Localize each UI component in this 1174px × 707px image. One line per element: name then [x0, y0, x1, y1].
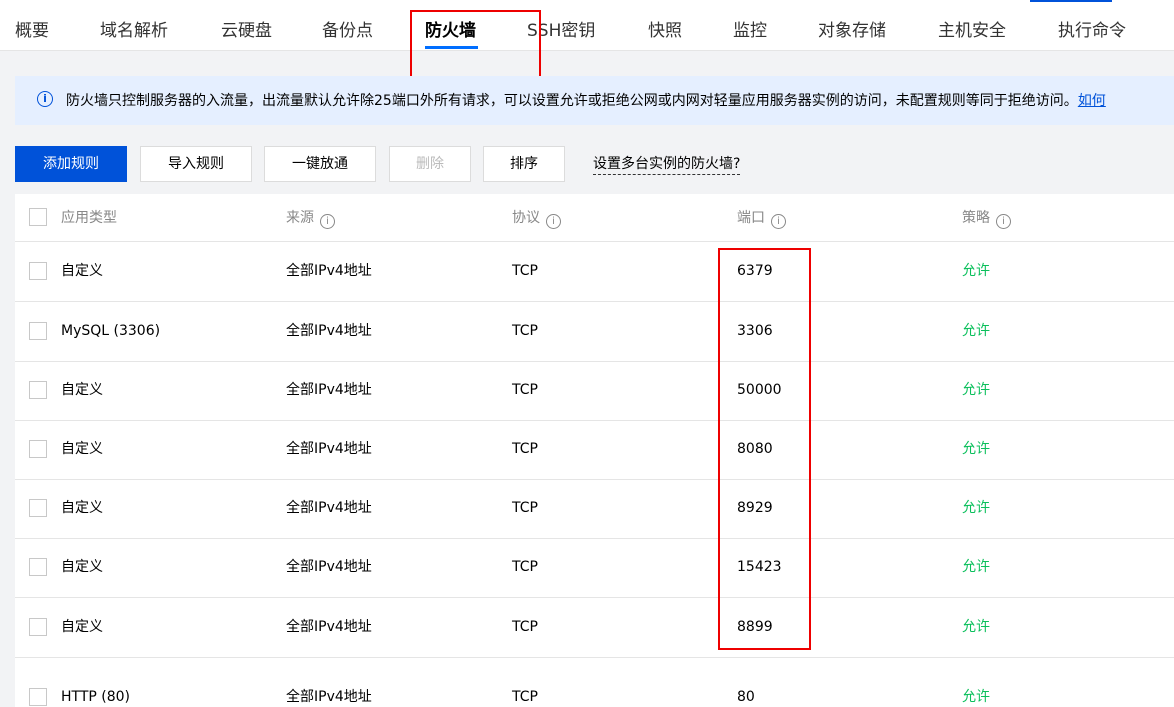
info-icon[interactable]: i	[996, 214, 1011, 229]
table-header: 应用类型 来源 i 协议 i 端口 i 策略 i	[15, 194, 1174, 242]
select-all-checkbox[interactable]	[29, 208, 47, 226]
cell-policy: 允许	[962, 559, 990, 575]
cell-source: 全部IPv4地址	[286, 500, 372, 516]
info-icon: i	[37, 91, 53, 107]
row-checkbox[interactable]	[29, 440, 47, 458]
header-policy-label: 策略	[962, 210, 990, 226]
tab-host-security[interactable]: 主机安全	[938, 19, 1006, 43]
cell-protocol: TCP	[512, 441, 538, 457]
cell-protocol: TCP	[512, 619, 538, 635]
delete-button[interactable]: 删除	[389, 146, 471, 182]
cell-source: 全部IPv4地址	[286, 619, 372, 635]
header-port-label: 端口	[737, 210, 765, 226]
tab-dns[interactable]: 域名解析	[100, 19, 168, 43]
sort-button[interactable]: 排序	[483, 146, 565, 182]
row-checkbox[interactable]	[29, 558, 47, 576]
active-tab-indicator	[425, 46, 478, 49]
cell-policy: 允许	[962, 382, 990, 398]
cell-app-type: 自定义	[61, 619, 103, 635]
tab-monitor[interactable]: 监控	[733, 19, 767, 43]
notice-help-link[interactable]: 如何	[1078, 93, 1106, 109]
cell-source: 全部IPv4地址	[286, 323, 372, 339]
table-row: MySQL (3306) 全部IPv4地址 TCP 3306 允许	[15, 302, 1174, 362]
cell-app-type: 自定义	[61, 559, 103, 575]
info-icon[interactable]: i	[320, 214, 335, 229]
cell-protocol: TCP	[512, 559, 538, 575]
tab-exec-command[interactable]: 执行命令	[1058, 19, 1126, 43]
table-row: 自定义 全部IPv4地址 TCP 8899 允许	[15, 598, 1174, 658]
cell-source: 全部IPv4地址	[286, 689, 372, 705]
notice-message: 防火墙只控制服务器的入流量，出流量默认允许除25端口外所有请求，可以设置允许或拒…	[66, 93, 1078, 109]
cell-port: 6379	[737, 263, 773, 279]
info-icon[interactable]: i	[771, 214, 786, 229]
header-protocol: 协议 i	[512, 208, 561, 229]
top-corner-button[interactable]	[1030, 0, 1112, 2]
cell-app-type: HTTP (80)	[61, 689, 131, 705]
table-row: HTTP (80) 全部IPv4地址 TCP 80 允许	[15, 668, 1174, 707]
cell-app-type: 自定义	[61, 500, 103, 516]
add-rule-button[interactable]: 添加规则	[15, 146, 127, 182]
cell-port: 8929	[737, 500, 773, 516]
row-checkbox[interactable]	[29, 688, 47, 706]
row-checkbox[interactable]	[29, 262, 47, 280]
header-policy: 策略 i	[962, 208, 1011, 229]
header-source-label: 来源	[286, 210, 314, 226]
table-row: 自定义 全部IPv4地址 TCP 8929 允许	[15, 479, 1174, 539]
cell-port: 3306	[737, 323, 773, 339]
cell-port: 80	[737, 689, 755, 705]
tab-backup[interactable]: 备份点	[322, 19, 373, 43]
cell-policy: 允许	[962, 689, 990, 705]
import-rule-button[interactable]: 导入规则	[140, 146, 252, 182]
cell-policy: 允许	[962, 263, 990, 279]
cell-source: 全部IPv4地址	[286, 382, 372, 398]
multi-instance-firewall-link[interactable]: 设置多台实例的防火墙?	[593, 154, 741, 175]
tab-cloud-disk[interactable]: 云硬盘	[221, 19, 272, 43]
cell-port: 8899	[737, 619, 773, 635]
info-icon[interactable]: i	[546, 214, 561, 229]
cell-protocol: TCP	[512, 500, 538, 516]
row-checkbox[interactable]	[29, 322, 47, 340]
header-app-type-label: 应用类型	[61, 210, 117, 226]
row-checkbox[interactable]	[29, 381, 47, 399]
table-row: 自定义 全部IPv4地址 TCP 15423 允许	[15, 538, 1174, 598]
cell-source: 全部IPv4地址	[286, 263, 372, 279]
cell-app-type: 自定义	[61, 382, 103, 398]
tab-overview[interactable]: 概要	[15, 19, 49, 43]
rules-table: 应用类型 来源 i 协议 i 端口 i 策略 i 自定义 全部IPv4地址 TCP 63…	[15, 194, 1174, 707]
cell-source: 全部IPv4地址	[286, 559, 372, 575]
table-row: 自定义 全部IPv4地址 TCP 50000 允许	[15, 361, 1174, 421]
tab-ssh-key[interactable]: SSH密钥	[527, 19, 595, 43]
header-app-type: 应用类型	[61, 208, 117, 228]
cell-port: 15423	[737, 559, 782, 575]
cell-source: 全部IPv4地址	[286, 441, 372, 457]
cell-protocol: TCP	[512, 263, 538, 279]
cell-protocol: TCP	[512, 382, 538, 398]
info-notice: i 防火墙只控制服务器的入流量，出流量默认允许除25端口外所有请求，可以设置允许…	[15, 76, 1174, 125]
cell-policy: 允许	[962, 619, 990, 635]
header-port: 端口 i	[737, 208, 786, 229]
cell-port: 8080	[737, 441, 773, 457]
cell-policy: 允许	[962, 441, 990, 457]
table-row: 自定义 全部IPv4地址 TCP 8080 允许	[15, 420, 1174, 480]
cell-port: 50000	[737, 382, 782, 398]
row-checkbox[interactable]	[29, 499, 47, 517]
table-row: 自定义 全部IPv4地址 TCP 6379 允许	[15, 242, 1174, 302]
tab-object-storage[interactable]: 对象存储	[818, 19, 886, 43]
cell-app-type: 自定义	[61, 263, 103, 279]
notice-text: 防火墙只控制服务器的入流量，出流量默认允许除25端口外所有请求，可以设置允许或拒…	[66, 91, 1106, 111]
one-click-open-button[interactable]: 一键放通	[264, 146, 376, 182]
cell-protocol: TCP	[512, 323, 538, 339]
cell-app-type: 自定义	[61, 441, 103, 457]
cell-app-type: MySQL (3306)	[61, 323, 161, 339]
cell-policy: 允许	[962, 323, 990, 339]
cell-protocol: TCP	[512, 689, 538, 705]
row-checkbox[interactable]	[29, 618, 47, 636]
cell-policy: 允许	[962, 500, 990, 516]
tab-bar: 概要 域名解析 云硬盘 备份点 防火墙 SSH密钥 快照 监控 对象存储 主机安…	[0, 0, 1174, 51]
header-source: 来源 i	[286, 208, 335, 229]
tab-firewall[interactable]: 防火墙	[425, 19, 476, 43]
header-protocol-label: 协议	[512, 210, 540, 226]
tab-snapshot[interactable]: 快照	[648, 19, 682, 43]
